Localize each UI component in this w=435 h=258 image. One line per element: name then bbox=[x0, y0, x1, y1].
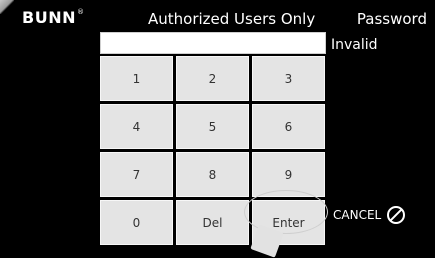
key-4[interactable]: 4 bbox=[100, 104, 173, 149]
key-5[interactable]: 5 bbox=[176, 104, 249, 149]
password-label: Password bbox=[356, 10, 427, 28]
key-3[interactable]: 3 bbox=[252, 56, 325, 101]
cancel-label: CANCEL bbox=[333, 208, 382, 222]
key-7[interactable]: 7 bbox=[100, 152, 173, 197]
cancel-icon bbox=[387, 206, 406, 224]
page-title: Authorized Users Only bbox=[148, 10, 316, 28]
key-0[interactable]: 0 bbox=[100, 200, 173, 245]
key-8[interactable]: 8 bbox=[176, 152, 249, 197]
brand-logo: BUNN® bbox=[22, 8, 84, 27]
delete-button[interactable]: Del bbox=[176, 200, 249, 245]
brand-registered-mark: ® bbox=[76, 8, 85, 16]
brand-name: BUNN bbox=[22, 8, 76, 27]
key-2[interactable]: 2 bbox=[176, 56, 249, 101]
key-1[interactable]: 1 bbox=[100, 56, 173, 101]
enter-highlight-ring bbox=[244, 190, 328, 234]
status-invalid: Invalid bbox=[331, 37, 378, 53]
corner-shade bbox=[0, 0, 14, 14]
key-6[interactable]: 6 bbox=[252, 104, 325, 149]
cancel-button[interactable]: CANCEL bbox=[333, 206, 406, 224]
password-field[interactable] bbox=[100, 32, 326, 54]
